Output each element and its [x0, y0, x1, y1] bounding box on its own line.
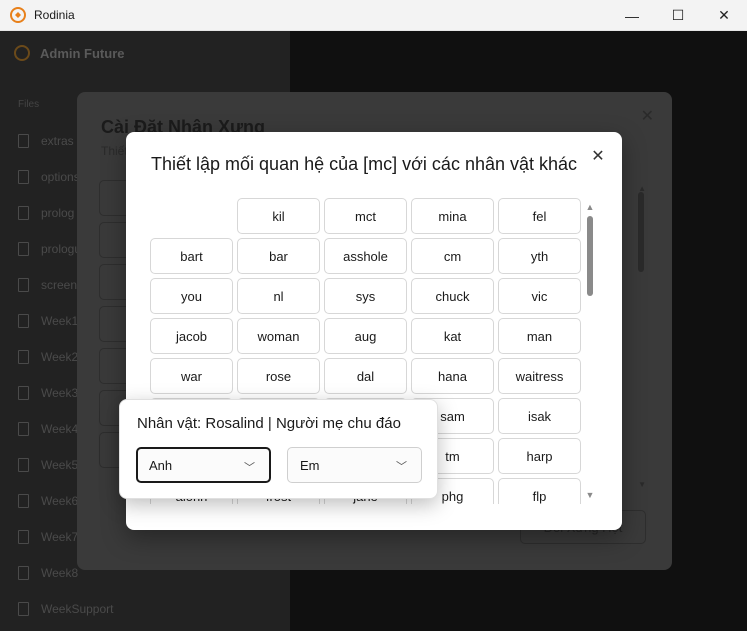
close-icon[interactable]: ✕ [641, 106, 654, 126]
character-label: Nhân vật: Rosalind | Người mẹ chu đáo [137, 415, 401, 432]
app-logo-icon [10, 7, 26, 23]
mc-pronoun-value: Anh [149, 457, 173, 473]
file-icon [18, 422, 29, 436]
character-button[interactable]: war [150, 358, 233, 394]
character-button[interactable]: nl [237, 278, 320, 314]
character-button[interactable]: woman [237, 318, 320, 354]
chevron-down-icon: ﹀ [396, 461, 407, 473]
file-item-label: prolog [41, 206, 75, 220]
file-icon [18, 350, 29, 364]
pronoun-settings-subtitle: Thiết [101, 144, 128, 158]
window-titlebar: Rodinia — ☐ ✕ [0, 0, 747, 31]
scroll-down-icon[interactable]: ▼ [585, 490, 595, 500]
sidebar-header-label: Admin Future [40, 45, 125, 61]
relationship-flyout: Nhân vật: Rosalind | Người mẹ chu đáo An… [119, 399, 438, 499]
character-button[interactable]: chuck [411, 278, 494, 314]
maximize-button[interactable]: ☐ [655, 0, 701, 31]
file-item[interactable]: WeekSupport [18, 591, 278, 627]
character-button[interactable]: isak [498, 398, 581, 434]
sidebar-header: Admin Future [14, 45, 125, 61]
character-button[interactable]: rose [237, 358, 320, 394]
character-button[interactable]: kil [237, 198, 320, 234]
file-item-label: Week2 [41, 350, 79, 364]
file-item-label: Week8 [41, 566, 79, 580]
scrollbar-thumb[interactable] [587, 216, 593, 296]
file-item-label: Week4 [41, 422, 79, 436]
vertical-scrollbar[interactable]: ▲ ▼ [585, 202, 595, 502]
sidebar-section-label: Files [18, 99, 40, 110]
file-icon [18, 170, 29, 184]
file-icon [18, 530, 29, 544]
character-button[interactable]: dal [324, 358, 407, 394]
file-icon [18, 134, 29, 148]
file-icon [18, 314, 29, 328]
file-icon [18, 206, 29, 220]
close-window-button[interactable]: ✕ [701, 0, 747, 31]
character-pronoun-value: Em [300, 457, 320, 473]
character-button[interactable]: you [150, 278, 233, 314]
character-button[interactable]: aug [324, 318, 407, 354]
file-icon [18, 494, 29, 508]
window-title: Rodinia [34, 8, 75, 22]
file-icon [18, 458, 29, 472]
file-item-label: WeekSupport [41, 602, 114, 616]
character-button[interactable]: mct [324, 198, 407, 234]
minimize-button[interactable]: — [609, 0, 655, 31]
character-button[interactable]: bar [237, 238, 320, 274]
character-button[interactable]: yth [498, 238, 581, 274]
close-icon[interactable]: ✕ [588, 146, 608, 166]
file-item-label: Week1 [41, 314, 79, 328]
character-button[interactable]: jacob [150, 318, 233, 354]
file-item-label: Week6 [41, 494, 79, 508]
character-button[interactable]: man [498, 318, 581, 354]
file-icon [18, 242, 29, 256]
character-button[interactable]: flp [498, 478, 581, 504]
character-button[interactable]: asshole [324, 238, 407, 274]
file-icon [18, 278, 29, 292]
character-button[interactable]: hana [411, 358, 494, 394]
character-button[interactable]: cm [411, 238, 494, 274]
character-button[interactable]: fel [498, 198, 581, 234]
character-button[interactable]: harp [498, 438, 581, 474]
file-item-label: Week7 [41, 530, 79, 544]
file-item-label: options [41, 170, 80, 184]
file-icon [18, 566, 29, 580]
file-icon [18, 386, 29, 400]
user-avatar-icon [14, 45, 30, 61]
scroll-up-icon[interactable]: ▲ [585, 202, 595, 212]
character-button[interactable]: bart [150, 238, 233, 274]
chevron-down-icon: ﹀ [244, 462, 255, 474]
file-item-label: Week5 [41, 458, 79, 472]
scrollbar-thumb[interactable] [638, 192, 644, 272]
character-button[interactable]: sys [324, 278, 407, 314]
character-button[interactable]: mina [411, 198, 494, 234]
character-button[interactable]: waitress [498, 358, 581, 394]
character-button[interactable]: kat [411, 318, 494, 354]
mc-pronoun-select[interactable]: Anh ﹀ [136, 447, 271, 483]
dialog-title: Thiết lập mối quan hệ của [mc] với các n… [151, 154, 578, 174]
character-pronoun-select[interactable]: Em ﹀ [287, 447, 422, 483]
file-icon [18, 602, 29, 616]
file-item-label: extras [41, 134, 74, 148]
character-button[interactable]: vic [498, 278, 581, 314]
empty-cell [150, 198, 233, 234]
scroll-down-icon[interactable]: ▼ [638, 480, 646, 489]
file-item-label: Week3 [41, 386, 79, 400]
